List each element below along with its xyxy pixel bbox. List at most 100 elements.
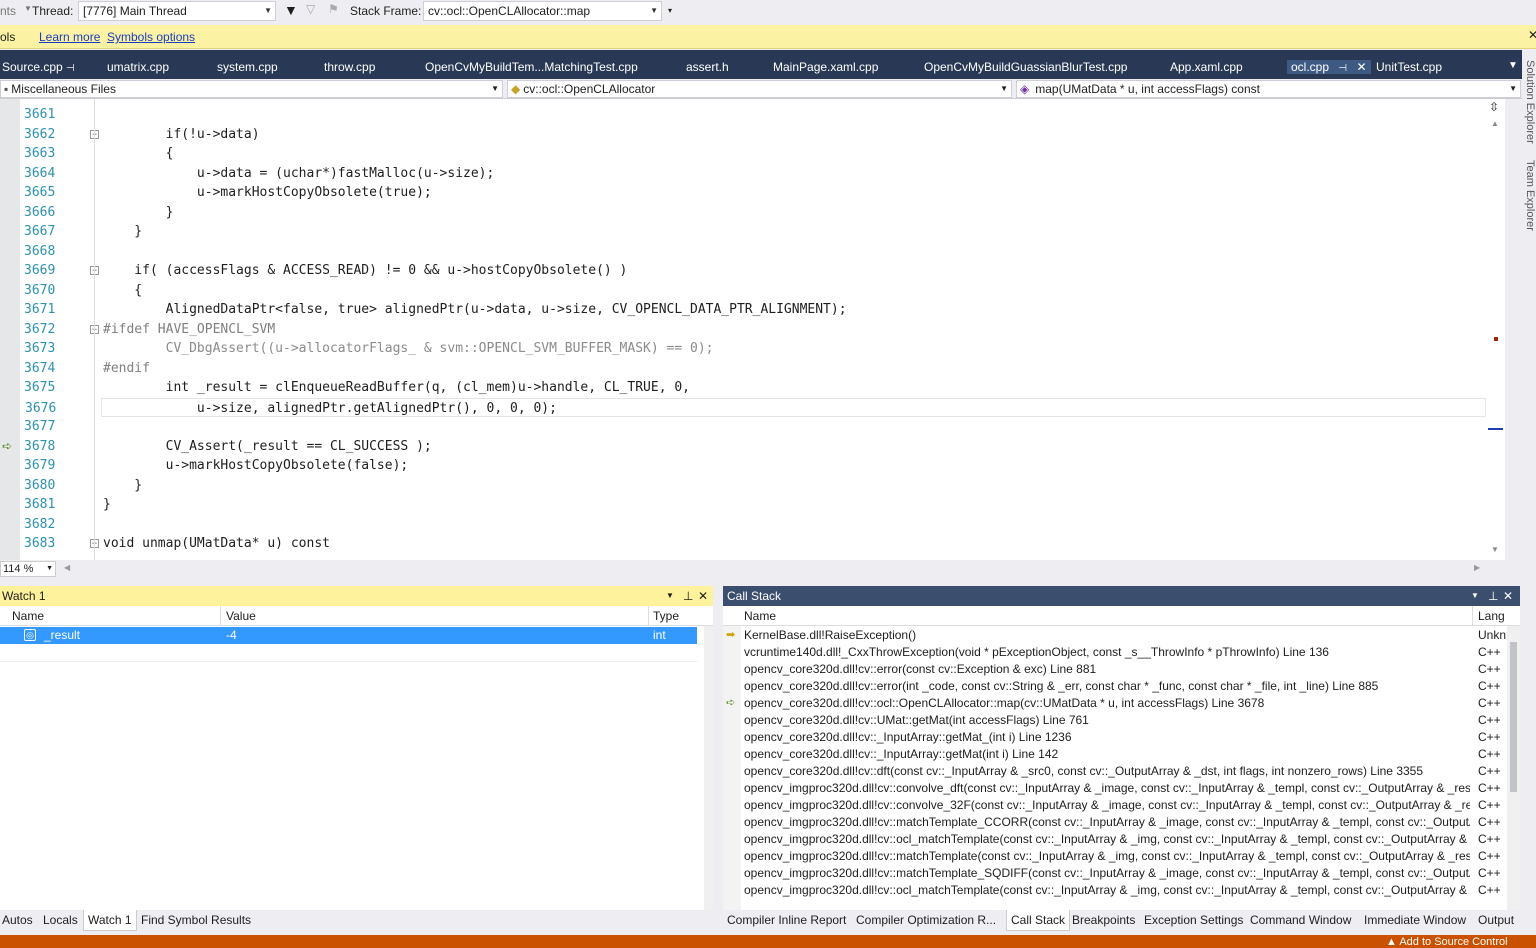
tab-call-stack[interactable]: Call Stack <box>1006 910 1071 931</box>
tab-app-xaml-cpp[interactable]: App.xaml.cpp <box>1170 60 1243 74</box>
flag-icon[interactable]: ⚑ <box>328 2 339 16</box>
callstack-col-name[interactable]: Name <box>744 606 776 626</box>
tab-source-cpp[interactable]: Source.cpp ⊣ <box>2 60 75 74</box>
callstack-row[interactable]: opencv_core320d.dll!cv::error(int _code,… <box>723 678 1507 695</box>
code-line[interactable]: 3670 { <box>0 281 1490 301</box>
close-icon[interactable]: ✕ <box>1503 586 1513 606</box>
scroll-down-icon[interactable]: ▼ <box>1491 545 1499 554</box>
code-editor[interactable]: 36613662 if(!u->data)−3663 {3664 u->data… <box>0 99 1505 560</box>
tab-compiler-inline-report[interactable]: Compiler Inline Report <box>727 910 846 930</box>
code-line[interactable]: 3665 u->markHostCopyObsolete(true); <box>0 183 1490 203</box>
code-line[interactable]: 3672 #ifdef HAVE_OPENCL_SVM <box>0 320 1490 340</box>
tab-locals[interactable]: Locals <box>43 910 78 930</box>
code-line[interactable]: 3677 <box>0 417 1490 437</box>
code-line[interactable]: 3666 } <box>0 203 1490 223</box>
code-line[interactable]: 3676 u->size, alignedPtr.getAlignedPtr()… <box>25 397 1486 417</box>
chevron-down-icon[interactable]: ▼ <box>1471 586 1479 606</box>
add-to-source-control[interactable]: ▲ Add to Source Control <box>1386 937 1508 948</box>
watch-empty-row[interactable] <box>0 645 697 662</box>
code-line[interactable]: 3682 <box>0 515 1490 535</box>
callstack-row[interactable]: opencv_imgproc320d.dll!cv::convolve_dft(… <box>723 780 1507 797</box>
code-line[interactable]: 3669 if( (accessFlags & ACCESS_READ) != … <box>0 261 1490 281</box>
code-line[interactable]: 3667 } <box>0 222 1490 242</box>
tab-output[interactable]: Output <box>1478 910 1514 930</box>
watch-scrollbar[interactable] <box>704 626 713 910</box>
chevron-down-icon[interactable]: ▼ <box>24 4 32 13</box>
zoom-combo[interactable]: 114 % ▼ <box>0 561 56 577</box>
scope-combo[interactable]: ◆ cv::ocl::OpenCLAllocator ▼ <box>507 80 1012 98</box>
tab-compiler-optimization[interactable]: Compiler Optimization R... <box>856 910 996 930</box>
code-line[interactable]: 3673 CV_DbgAssert((u->allocatorFlags_ & … <box>0 339 1490 359</box>
tab-matching-test-cpp[interactable]: OpenCvMyBuildTem...MatchingTest.cpp <box>425 60 638 74</box>
pin-icon[interactable]: ⊥ <box>1488 586 1498 606</box>
tab-throw-cpp[interactable]: throw.cpp <box>324 60 375 74</box>
thread-combo[interactable]: [7776] Main Thread ▼ <box>78 1 276 21</box>
watch-col-type[interactable]: Type <box>653 606 679 626</box>
project-combo[interactable]: ▪ Miscellaneous Files ▼ <box>0 80 503 98</box>
scroll-up-icon[interactable]: ▲ <box>1491 119 1499 128</box>
callstack-row[interactable]: ➪ opencv_core320d.dll!cv::ocl::OpenCLAllo… <box>723 695 1507 712</box>
tab-umatrix-cpp[interactable]: umatrix.cpp <box>107 60 169 74</box>
callstack-row[interactable]: opencv_imgproc320d.dll!cv::matchTemplate… <box>723 865 1507 882</box>
chevron-down-icon[interactable]: ▼ <box>666 586 674 606</box>
panel-splitter[interactable] <box>0 578 1536 586</box>
tab-assert-h[interactable]: assert.h <box>686 60 729 74</box>
tab-system-cpp[interactable]: system.cpp <box>217 60 278 74</box>
scroll-left-icon[interactable]: ◀ <box>64 563 70 572</box>
code-line[interactable]: 3679 u->markHostCopyObsolete(false); <box>0 456 1490 476</box>
team-explorer-tab[interactable]: Team Explorer <box>1524 160 1536 231</box>
callstack-row[interactable]: opencv_imgproc320d.dll!cv::ocl_matchTemp… <box>723 831 1507 848</box>
callstack-row[interactable]: ➡ KernelBase.dll!RaiseException() Unkn <box>723 627 1507 644</box>
code-line[interactable]: 3674 #endif <box>0 359 1490 379</box>
tab-ocl-cpp[interactable]: ocl.cpp ⊣ ✕ <box>1287 60 1371 74</box>
callstack-row[interactable]: opencv_imgproc320d.dll!cv::matchTemplate… <box>723 848 1507 865</box>
callstack-row[interactable]: opencv_imgproc320d.dll!cv::convolve_32F(… <box>723 797 1507 814</box>
callstack-row[interactable]: opencv_core320d.dll!cv::_InputArray::get… <box>723 729 1507 746</box>
tab-immediate-window[interactable]: Immediate Window <box>1364 910 1466 930</box>
callstack-col-lang[interactable]: Lang <box>1478 606 1505 626</box>
code-line[interactable]: 3662 if(!u->data) <box>0 125 1490 145</box>
tab-mainpage-xaml-cpp[interactable]: MainPage.xaml.cpp <box>773 60 878 74</box>
callstack-row[interactable]: vcruntime140d.dll!_CxxThrowException(voi… <box>723 644 1507 661</box>
code-line[interactable]: 3683 void unmap(UMatData* u) const <box>0 534 1490 554</box>
filter-clear-icon[interactable]: ▽ <box>306 2 315 16</box>
tab-find-symbol-results[interactable]: Find Symbol Results <box>141 910 251 930</box>
tab-exception-settings[interactable]: Exception Settings <box>1144 910 1243 930</box>
tab-watch-1[interactable]: Watch 1 <box>83 910 137 931</box>
callstack-row[interactable]: opencv_imgproc320d.dll!cv::ocl_matchTemp… <box>723 882 1507 899</box>
code-line[interactable]: 3675 int _result = clEnqueueReadBuffer(q… <box>0 378 1490 398</box>
callstack-scrollbar[interactable] <box>1507 626 1520 910</box>
watch-col-value[interactable]: Value <box>226 606 256 626</box>
code-line[interactable]: 3661 <box>0 105 1490 125</box>
close-icon[interactable]: ✕ <box>1356 60 1366 74</box>
watch-row-value[interactable]: -4 <box>226 627 237 644</box>
callstack-row[interactable]: opencv_core320d.dll!cv::error(const cv::… <box>723 661 1507 678</box>
callstack-row[interactable]: opencv_core320d.dll!cv::UMat::getMat(int… <box>723 712 1507 729</box>
editor-horizontal-scrollbar[interactable]: 114 % ▼ ◀ ▶ <box>0 560 1505 578</box>
symbols-options-link[interactable]: Symbols options <box>107 30 195 44</box>
tab-breakpoints[interactable]: Breakpoints <box>1072 910 1135 930</box>
stack-frame-combo[interactable]: cv::ocl::OpenCLAllocator::map ▼ <box>423 1 662 21</box>
tab-autos[interactable]: Autos <box>2 910 33 930</box>
pin-icon[interactable]: ⊣ <box>66 63 75 74</box>
toolbar-overflow-icon[interactable]: ▾ <box>668 6 672 15</box>
watch-col-name[interactable]: Name <box>12 606 44 626</box>
code-line[interactable]: 3681} <box>0 495 1490 515</box>
pin-icon[interactable]: ⊣ <box>1338 63 1347 74</box>
callstack-row[interactable]: opencv_core320d.dll!cv::dft(const cv::_I… <box>723 763 1507 780</box>
callstack-row[interactable]: opencv_imgproc320d.dll!cv::matchTemplate… <box>723 814 1507 831</box>
member-combo[interactable]: ◈ map(UMatData * u, int accessFlags) cons… <box>1016 80 1521 98</box>
split-icon[interactable]: ⇳ <box>1489 100 1499 114</box>
pin-icon[interactable]: ⊥ <box>683 586 693 606</box>
code-line[interactable]: 3680 } <box>0 476 1490 496</box>
callstack-row[interactable]: opencv_core320d.dll!cv::_InputArray::get… <box>723 746 1507 763</box>
close-icon[interactable]: ✕ <box>1528 28 1536 42</box>
editor-vertical-scrollbar[interactable]: ⇳ ▲ ▼ <box>1486 99 1505 560</box>
tab-command-window[interactable]: Command Window <box>1250 910 1351 930</box>
watch-row[interactable]: ◎ _result -4 int <box>0 627 697 644</box>
code-line[interactable]: 3664 u->data = (uchar*)fastMalloc(u->siz… <box>0 164 1490 184</box>
learn-more-link[interactable]: Learn more <box>39 30 100 44</box>
tab-unittest-cpp[interactable]: UnitTest.cpp <box>1376 60 1442 74</box>
code-line[interactable]: 3678 CV_Assert(_result == CL_SUCCESS ); <box>0 437 1490 457</box>
filter-icon[interactable]: ▼ <box>284 2 298 18</box>
